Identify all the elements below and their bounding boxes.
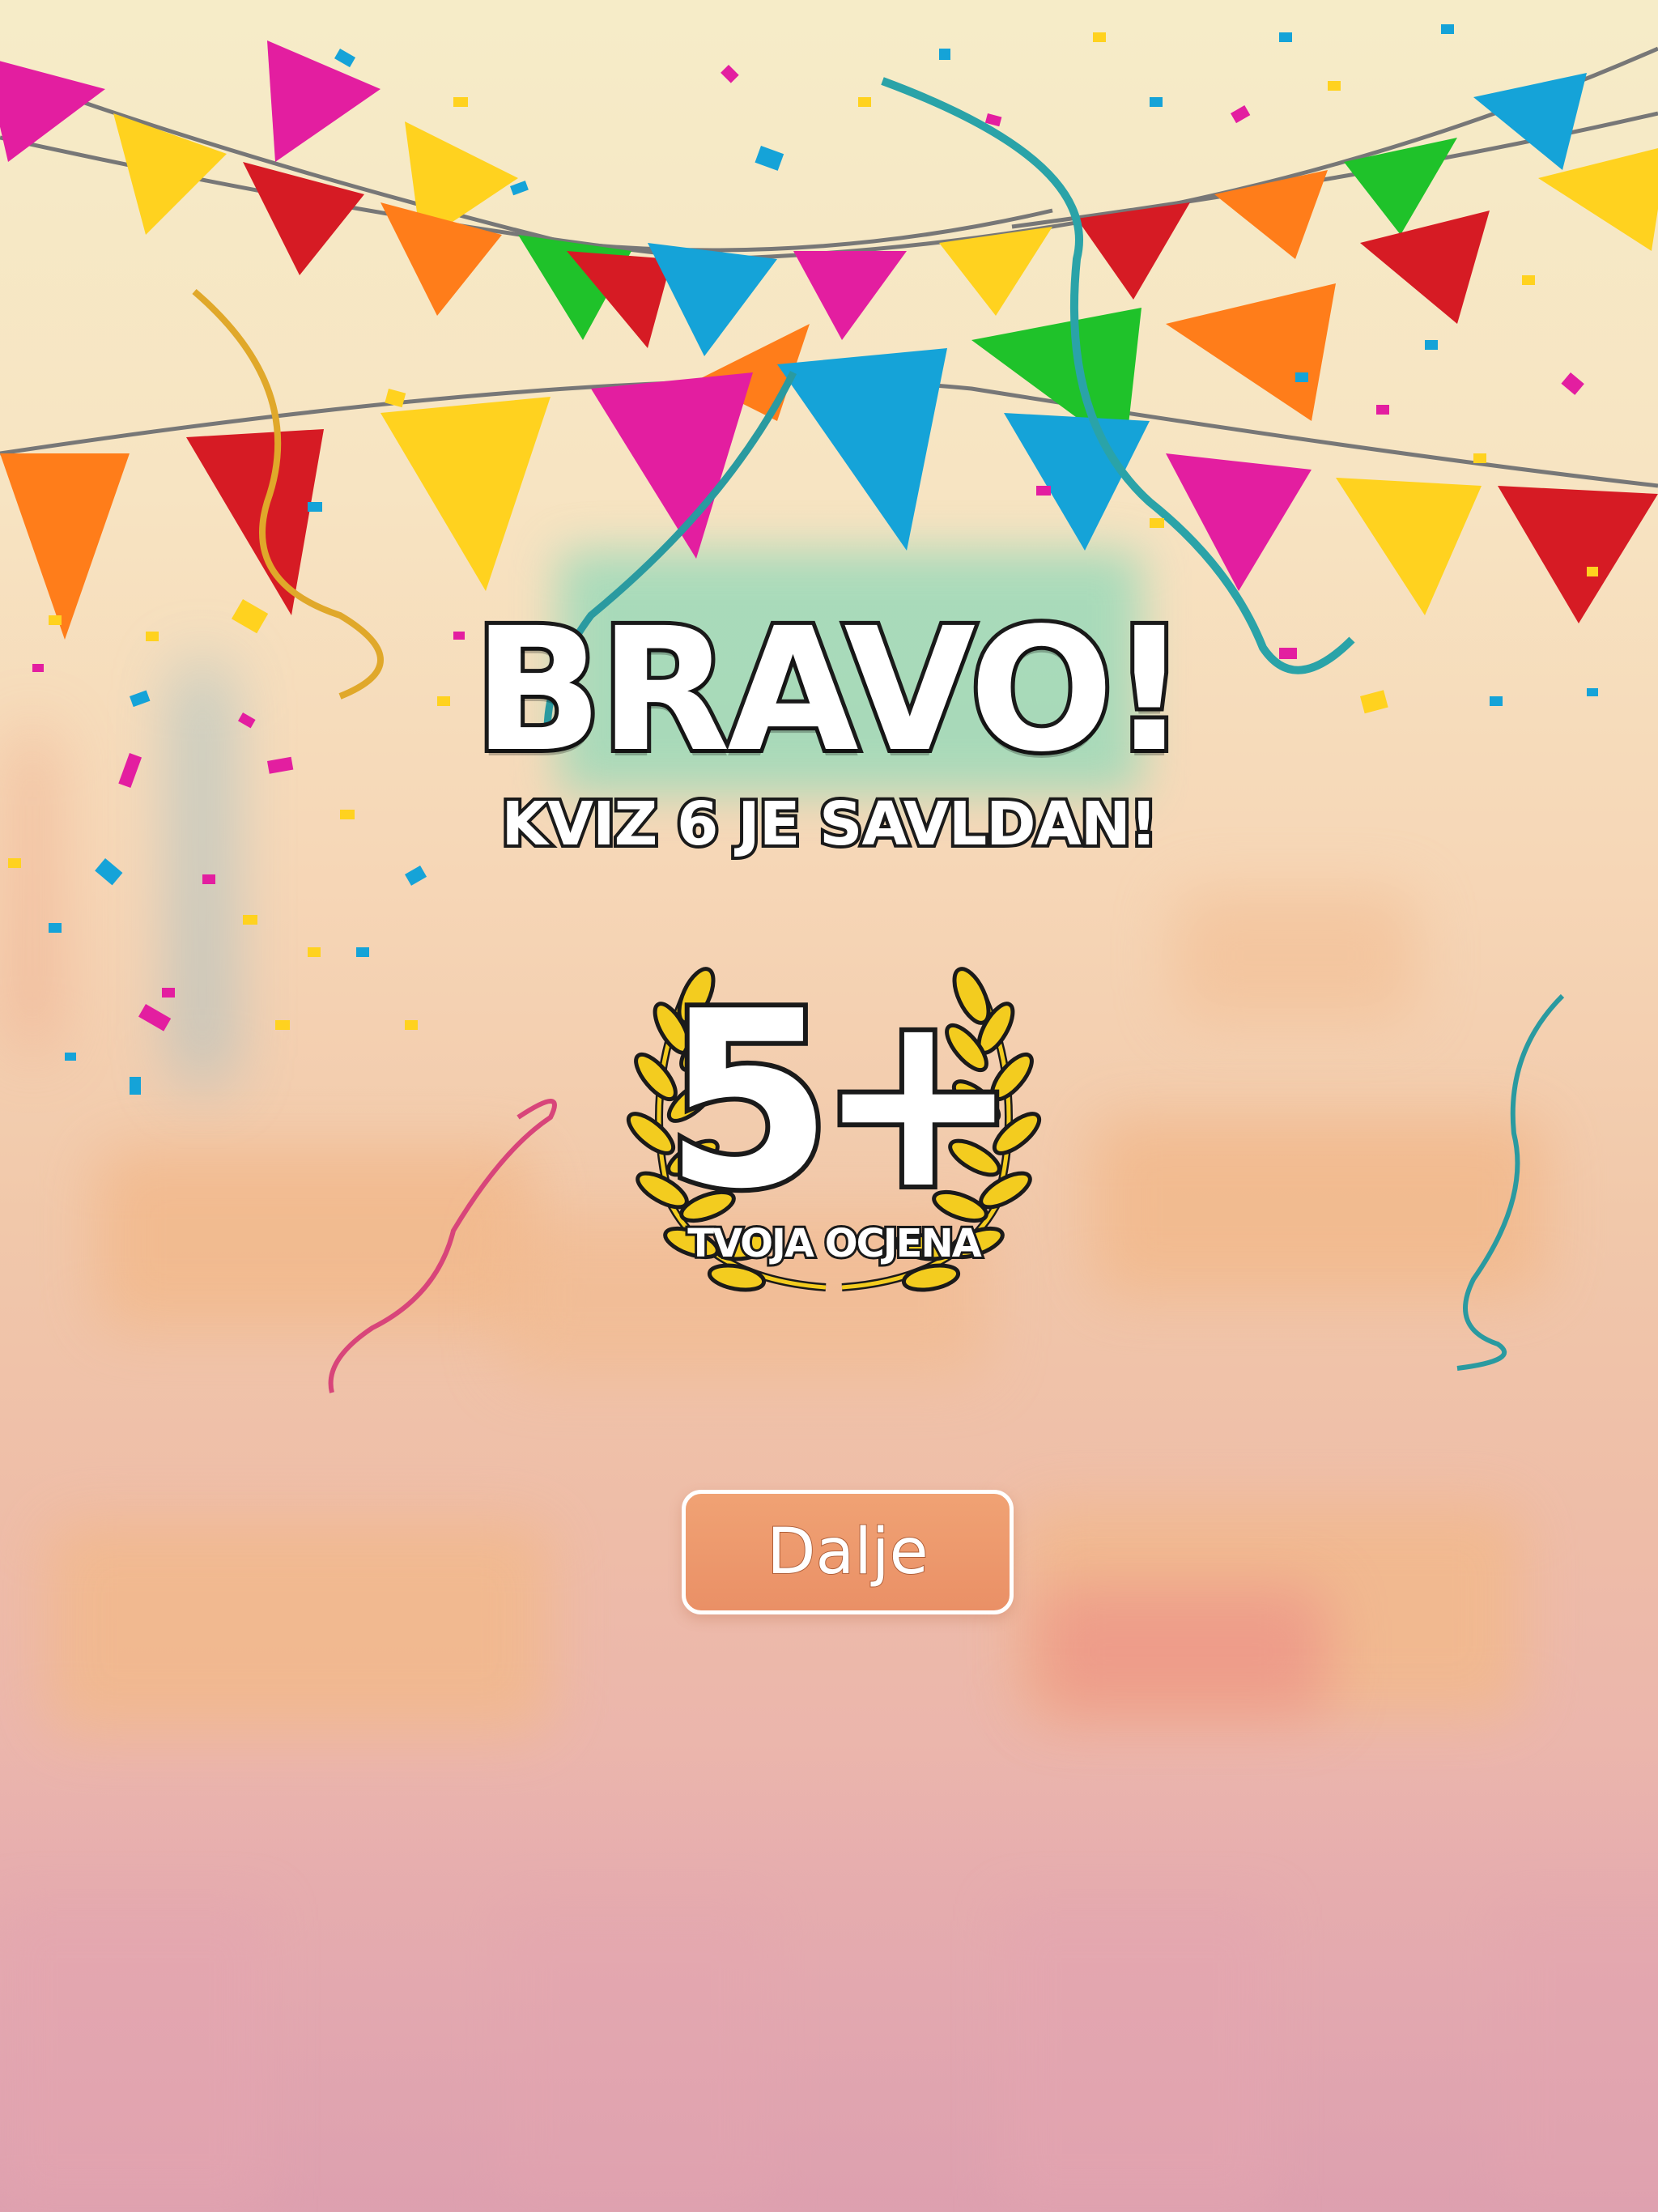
next-button-label: Dalje bbox=[766, 1515, 929, 1589]
background-desk bbox=[97, 1150, 534, 1328]
next-button[interactable]: Dalje bbox=[682, 1490, 1014, 1614]
background-floor-tile bbox=[1498, 1904, 1658, 2212]
background-floor-tile bbox=[0, 1904, 267, 2212]
result-subtitle: KVIZ 6 JE SAVLDAN! bbox=[498, 786, 1160, 862]
background-chair bbox=[1036, 1587, 1328, 1716]
grade-badge: 5+ TVOJA OCJENA bbox=[623, 963, 1044, 1304]
background-floor-tile bbox=[502, 1904, 769, 2212]
background-desk bbox=[1174, 891, 1417, 1020]
grade-label: TVOJA OCJENA bbox=[685, 1219, 984, 1269]
background-desk bbox=[1093, 1117, 1546, 1295]
grade-value: 5+ bbox=[659, 959, 1025, 1242]
background-desk bbox=[49, 1522, 551, 1733]
background-floor-tile bbox=[1004, 1904, 1271, 2212]
result-title: BRAVO! bbox=[469, 587, 1192, 793]
